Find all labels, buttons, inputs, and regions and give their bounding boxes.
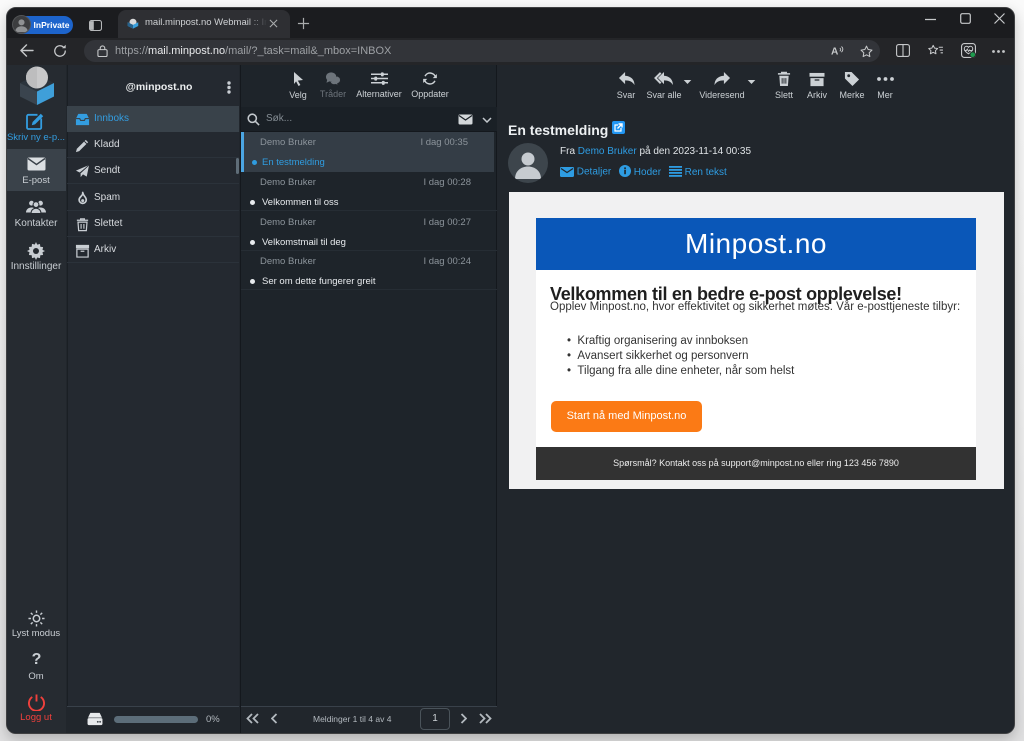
svg-text:A: A	[831, 47, 839, 57]
